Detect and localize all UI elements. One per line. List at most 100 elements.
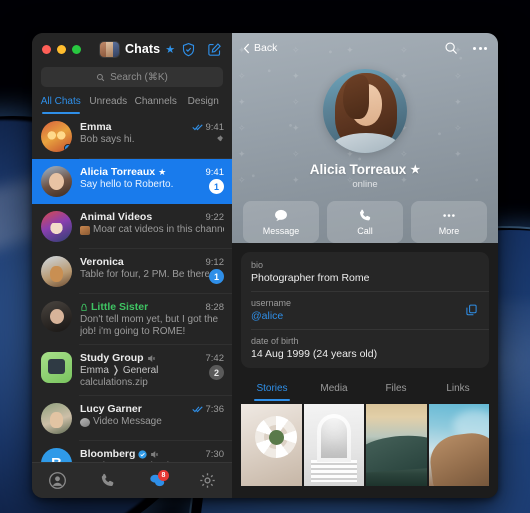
chat-time: 7:30 <box>205 448 225 460</box>
back-button[interactable]: Back <box>243 42 277 54</box>
info-item-username[interactable]: username @alice <box>241 291 489 329</box>
more-dots-icon[interactable] <box>473 46 487 50</box>
nav-calls[interactable] <box>82 463 132 498</box>
chat-time: 9:41 <box>205 166 225 178</box>
message-label: Message <box>262 226 300 236</box>
chat-meta: 9:41 <box>206 167 225 178</box>
nav-chats[interactable]: 8 <box>132 463 182 498</box>
minimize-button[interactable] <box>57 44 66 54</box>
traffic-lights[interactable] <box>40 44 81 54</box>
nav-settings[interactable] <box>182 463 232 498</box>
phone-icon <box>357 208 373 223</box>
chat-list[interactable]: Emma 9:41 Bob says hi. Alicia Torreaux ★… <box>32 114 232 462</box>
message-button[interactable]: Message <box>243 201 319 243</box>
nav-contacts[interactable] <box>32 463 82 498</box>
search-input[interactable]: Search (⌘K) <box>41 67 223 87</box>
avatar <box>41 256 72 287</box>
chat-name: Emma <box>80 121 112 133</box>
search-icon[interactable] <box>444 41 458 55</box>
info-item-bio[interactable]: bio Photographer from Rome <box>241 253 489 291</box>
video-emoji-icon <box>80 417 90 427</box>
shield-check-icon[interactable] <box>181 42 196 57</box>
profile-name-row: Alicia Torreaux ★ <box>310 162 420 177</box>
chat-row-top: Lucy Garner 7:36 <box>80 403 224 415</box>
chat-time: 7:42 <box>205 352 225 364</box>
chat-time: 7:36 <box>205 403 225 415</box>
back-label: Back <box>254 42 278 54</box>
tab-design[interactable]: Design <box>181 93 227 114</box>
gallery-item-spiral-staircase[interactable] <box>241 404 302 486</box>
chat-meta: 7:36 <box>191 403 225 415</box>
cat-emoji-icon <box>80 225 90 235</box>
chat-name: Little Sister <box>91 301 149 313</box>
profile-name: Alicia Torreaux <box>309 162 407 177</box>
info-label: date of birth <box>251 336 299 346</box>
gallery-item-mountain-dusk[interactable] <box>366 404 427 486</box>
double-check-icon <box>191 405 203 413</box>
chat-row-top: Alicia Torreaux ★ 9:41 <box>80 166 224 178</box>
mute-icon <box>147 354 156 363</box>
avatar <box>41 211 72 242</box>
search-placeholder: Search (⌘K) <box>110 71 168 83</box>
tab-media[interactable]: Media <box>303 379 365 402</box>
chat-row-emma[interactable]: Emma 9:41 Bob says hi. <box>32 114 232 159</box>
avatar: B <box>41 448 72 462</box>
chat-preview: Bob says hi. <box>80 134 135 145</box>
chat-row-bottom: Don't tell mom yet, but I got the job! i… <box>80 313 224 338</box>
chat-row-veronica[interactable]: Veronica 9:12 Table for four, 2 PM. Be t… <box>32 249 232 294</box>
filter-tabs: All Chats Unreads Channels Design <box>32 93 232 114</box>
chat-preview-sender: Emma ❭ General <box>80 365 159 376</box>
online-badge <box>64 144 72 152</box>
chat-meta: 9:41 <box>191 121 225 133</box>
avatar[interactable] <box>323 69 407 153</box>
chat-time: 9:22 <box>205 211 225 223</box>
info-card: bio Photographer from Rome username @ali… <box>241 252 489 368</box>
messenger-window: Chats ★ Search (⌘K) All Chats Unreads Ch… <box>32 33 498 498</box>
copy-icon[interactable] <box>465 303 478 317</box>
tab-channels[interactable]: Channels <box>133 93 179 114</box>
compose-icon[interactable] <box>207 42 222 57</box>
gallery-item-leather-object[interactable] <box>428 404 489 486</box>
chat-preview-file: calculations.zip <box>80 377 148 388</box>
phone-icon <box>99 472 116 489</box>
chat-row-top: Study Group 7:42 <box>80 352 224 364</box>
chat-time: 9:12 <box>205 256 225 268</box>
chats-unread-badge: 8 <box>158 470 169 481</box>
info-item-date-of-birth[interactable]: date of birth 14 Aug 1999 (24 years old) <box>241 329 489 367</box>
chat-row-bottom: Table for four, 2 PM. Be there. 1 <box>80 268 224 284</box>
info-value[interactable]: @alice <box>251 310 479 322</box>
chat-name: Study Group <box>80 352 144 364</box>
tab-files[interactable]: Files <box>365 379 427 402</box>
chat-row-study-group[interactable]: Study Group 7:42 Emma ❭ General calculat… <box>32 345 232 396</box>
chat-row-alicia-torreaux[interactable]: Alicia Torreaux ★ 9:41 Say hello to Robe… <box>32 159 232 204</box>
chat-row-top: Little Sister 8:28 <box>80 301 224 313</box>
chat-row-animal-videos[interactable]: Animal Videos 9:22 Moar cat videos in th… <box>32 204 232 249</box>
tab-links[interactable]: Links <box>427 379 489 402</box>
gallery-item-white-corridor[interactable] <box>303 404 364 486</box>
double-check-icon <box>191 123 203 131</box>
tab-stories[interactable]: Stories <box>241 379 303 402</box>
chat-row-bloomberg[interactable]: B Bloomberg <box>32 441 232 462</box>
sidebar: Chats ★ Search (⌘K) All Chats Unreads Ch… <box>32 33 232 498</box>
close-button[interactable] <box>42 44 51 54</box>
chat-row-lucy-garner[interactable]: Lucy Garner 7:36 Video Message <box>32 396 232 441</box>
avatar <box>41 301 72 332</box>
chat-time: 9:41 <box>205 121 225 133</box>
chat-row-top: Animal Videos 9:22 <box>80 211 224 223</box>
chat-preview: Moar cat videos in this channel? <box>93 224 224 235</box>
chat-meta: 9:22 <box>206 212 225 223</box>
chat-meta: 7:42 <box>206 353 225 364</box>
call-button[interactable]: Call <box>327 201 403 243</box>
more-button[interactable]: More <box>411 201 487 243</box>
verified-badge-icon <box>138 449 148 459</box>
maximize-button[interactable] <box>72 44 81 54</box>
chat-name: Veronica <box>80 256 124 268</box>
chat-row-badges: 1 <box>209 178 224 194</box>
chat-preview: Don't tell mom yet, but I got the job! i… <box>80 314 219 337</box>
call-label: Call <box>357 226 373 236</box>
chat-row-bottom: Russia repeated a threat to target arms … <box>80 460 224 462</box>
chat-row-little-sister[interactable]: Little Sister 8:28 Don't tell mom yet, b… <box>32 294 232 345</box>
search-area: Search (⌘K) <box>32 65 232 93</box>
tab-all-chats[interactable]: All Chats <box>38 93 84 114</box>
tab-unreads[interactable]: Unreads <box>86 93 132 114</box>
